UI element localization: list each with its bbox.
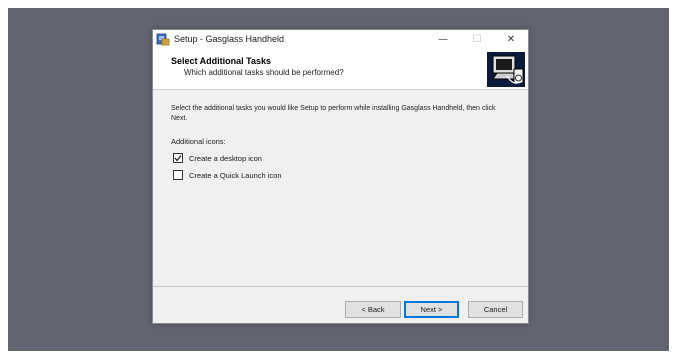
maximize-button: ☐ [472, 33, 482, 45]
setup-app-icon [156, 33, 170, 46]
checkmark-icon [174, 155, 182, 162]
cancel-button[interactable]: Cancel [468, 301, 523, 318]
page-title: Select Additional Tasks [171, 56, 272, 66]
page-subtitle: Which additional tasks should be perform… [184, 68, 344, 77]
intro-text: Select the additional tasks you would li… [171, 105, 496, 122]
next-button[interactable]: Next > [404, 301, 459, 318]
minimize-button[interactable]: — [426, 30, 460, 48]
wizard-body: Select the additional tasks you would li… [153, 91, 528, 286]
close-button[interactable]: ✕ [494, 30, 528, 48]
footer-divider [153, 286, 528, 287]
task-desktop-icon[interactable]: Create a desktop icon [173, 153, 262, 163]
window-title: Setup - Gasglass Handheld [174, 34, 285, 44]
desktop-icon-label: Create a desktop icon [189, 153, 262, 163]
quick-launch-checkbox[interactable] [173, 170, 183, 180]
quick-launch-label: Create a Quick Launch icon [189, 170, 282, 180]
computer-install-icon [487, 52, 525, 87]
wizard-header: Select Additional Tasks Which additional… [153, 48, 528, 90]
desktop-icon-checkbox[interactable] [173, 153, 183, 163]
title-bar[interactable]: Setup - Gasglass Handheld — ☐ ✕ [153, 30, 528, 48]
back-button[interactable]: < Back [345, 301, 401, 318]
task-quick-launch-icon[interactable]: Create a Quick Launch icon [173, 170, 282, 180]
setup-window: Setup - Gasglass Handheld — ☐ ✕ Select A… [152, 29, 529, 324]
additional-icons-label: Additional icons: [171, 137, 226, 146]
